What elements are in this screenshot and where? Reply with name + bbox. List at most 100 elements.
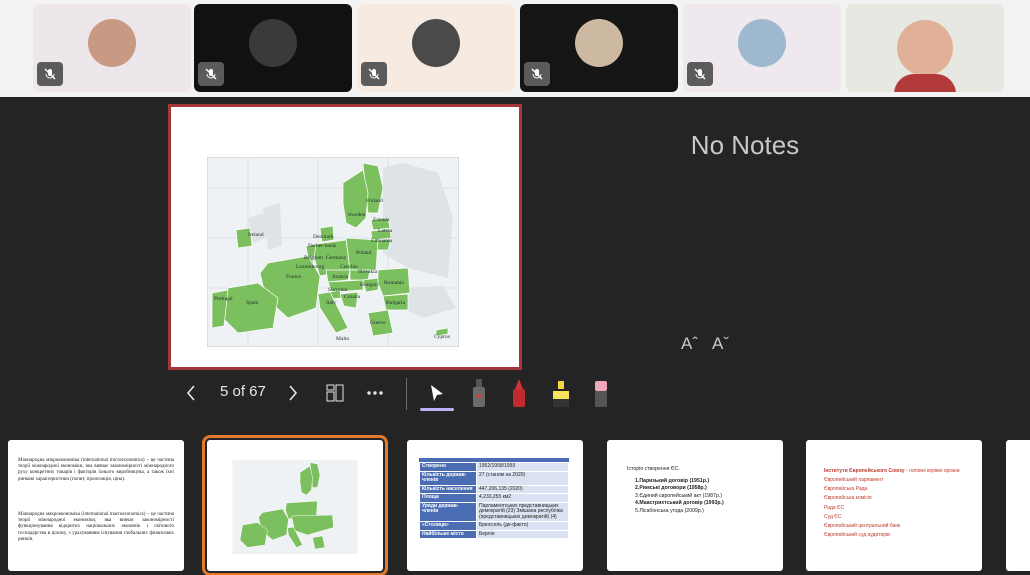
- map-label-spain: Spain: [246, 300, 259, 306]
- chevron-right-icon: [289, 385, 298, 401]
- map-label-estonia: Estonia: [373, 217, 390, 223]
- list-item: Європейська Рада: [824, 486, 868, 493]
- participant-strip: [0, 0, 1030, 97]
- grid-view-icon: [326, 384, 344, 402]
- presenter-toolbar: 5 of 67: [180, 374, 620, 412]
- participant-tile-3[interactable]: [357, 4, 515, 92]
- participant-avatar: [575, 18, 623, 67]
- table-row: «Столиця» Брюссель (де-факто): [419, 521, 569, 531]
- laser-pointer-button[interactable]: [422, 374, 452, 412]
- participant-avatar: [88, 18, 136, 67]
- mic-muted-icon: [687, 62, 713, 86]
- participant-avatar: [738, 18, 786, 67]
- font-size-controls: Aˆ Aˇ: [681, 334, 729, 354]
- table-key-cell: «Столиця»: [419, 521, 477, 531]
- list-item: 2.Римські договори (1958р.): [635, 485, 707, 492]
- map-label-netherlands: Nether-lands: [308, 243, 336, 249]
- table-value-cell: Брюссель (де-факто): [476, 521, 569, 531]
- table-value-cell: Парламентських представницьких демократі…: [476, 501, 569, 522]
- participant-body: [894, 74, 956, 92]
- active-tool-indicator: [420, 408, 454, 411]
- participant-tile-2[interactable]: [194, 4, 352, 92]
- pen-tool-button[interactable]: [504, 374, 534, 412]
- table-row: Уряди держав-членів Парламентських предст…: [419, 501, 569, 522]
- thumb-table: Створено 1952/1958/1993 Кількість держав-ч…: [419, 462, 569, 539]
- slide-thumbnail-strip: Міжнародна мікроекономіка (international…: [0, 432, 1030, 575]
- eraser-tool-button[interactable]: [586, 374, 616, 412]
- participant-tile-1[interactable]: [33, 4, 191, 92]
- list-item: Рада ЄС: [824, 504, 845, 511]
- slide-thumbnail-5[interactable]: [202, 435, 388, 575]
- increase-font-button[interactable]: Aˆ: [681, 334, 698, 354]
- toolbar-divider: [406, 378, 407, 410]
- slide-thumbnail-8[interactable]: Інститути Європейського Союзу - головні …: [806, 440, 982, 571]
- highlighter-icon: [553, 381, 569, 407]
- institutions-title-bold: Інститути Європейського Союзу: [824, 468, 905, 474]
- slide-thumbnail-6[interactable]: Створено 1952/1958/1993 Кількість держав-ч…: [407, 440, 583, 571]
- map-label-greece: Greece: [370, 320, 386, 326]
- map-label-poland: Poland: [356, 250, 372, 256]
- more-options-button[interactable]: [362, 374, 388, 412]
- participant-avatar: [897, 20, 953, 76]
- list-item: 1.Паризький договір (1951р.): [635, 478, 710, 484]
- table-key-cell: Уряди держав-членів: [419, 501, 477, 522]
- red-pen-icon: [513, 379, 525, 407]
- decrease-font-button[interactable]: Aˇ: [712, 334, 729, 354]
- participant-tile-5[interactable]: [683, 4, 841, 92]
- current-slide: Finland Sweden Estonia Latvia Lithuania Irela…: [168, 104, 522, 370]
- participant-tile-4[interactable]: [520, 4, 678, 92]
- laser-tool-button[interactable]: [464, 374, 494, 412]
- slide-thumbnail-9[interactable]: [1006, 440, 1030, 571]
- table-row: Кількість населення 447,206,135 (2020): [419, 484, 569, 494]
- map-label-cyprus: Cyprus: [434, 334, 450, 340]
- table-key-cell: Кількість населення: [419, 484, 477, 494]
- notes-panel: No Notes: [690, 130, 800, 160]
- table-key-cell: Кількість держав-членів: [419, 470, 477, 486]
- slide-grid-button[interactable]: [322, 374, 348, 412]
- highlighter-tool-button[interactable]: [546, 374, 576, 412]
- map-label-lithuania: Lithuania: [371, 238, 393, 244]
- map-label-ireland: Ireland: [248, 232, 264, 238]
- eu-map: Finland Sweden Estonia Latvia Lithuania Irela…: [207, 157, 459, 347]
- table-value-cell: Берлін: [476, 529, 569, 539]
- thumb-history-title: Історія створення ЄС.: [627, 466, 680, 472]
- map-label-slovakia: Slovakia: [358, 269, 378, 275]
- thumb-map: [232, 460, 358, 554]
- table-row: Створено 1952/1958/1993: [419, 462, 569, 472]
- slide-thumbnail-7[interactable]: Історія створення ЄС. 1.Паризький догові…: [607, 440, 783, 571]
- map-label-italy: Italy: [326, 300, 336, 306]
- institutions-title-rest: - головні керівні органи: [904, 468, 960, 474]
- map-label-belgium: Belgium: [304, 255, 324, 261]
- map-label-sweden: Sweden: [348, 212, 366, 218]
- next-slide-button[interactable]: [282, 374, 304, 412]
- list-item: Європейська комісія: [824, 495, 872, 502]
- pointer-arrow-icon: [431, 385, 443, 401]
- mic-muted-icon: [37, 62, 63, 86]
- mic-muted-icon: [361, 62, 387, 86]
- table-row: Найбільше місто Берлін: [419, 529, 569, 539]
- laser-pen-icon: [473, 379, 485, 407]
- map-label-finland: Finland: [366, 198, 383, 204]
- thumb-text-2: Міжнародна макроекономіка (international…: [18, 512, 174, 542]
- list-item: Європейський центральний банк: [824, 523, 901, 530]
- map-label-croatia: Croatia: [344, 294, 361, 300]
- list-item: 4.Маастрихтський договір (1993р.): [635, 500, 724, 507]
- table-value-cell: 1952/1958/1993: [476, 462, 569, 472]
- map-label-slovenia: Slovenia: [328, 287, 348, 293]
- table-row: Площа 4,233,255 км2: [419, 493, 569, 503]
- list-item: 5.Лісабонська угода (2009р.): [635, 507, 704, 514]
- eu-map-graphic: Finland Sweden Estonia Latvia Lithuania Irela…: [208, 158, 458, 346]
- table-value-cell: 4,233,255 км2: [476, 493, 569, 503]
- participant-tile-6[interactable]: [846, 4, 1004, 92]
- list-item: Європейський парламент: [824, 477, 884, 483]
- map-label-hungary: Hungary: [360, 282, 379, 288]
- map-label-portugal: Portugal: [214, 296, 233, 302]
- prev-slide-button[interactable]: [180, 374, 202, 412]
- map-label-luxembourg: Luxembourg: [296, 264, 325, 270]
- slide-thumbnail-4[interactable]: Міжнародна мікроекономіка (international…: [8, 440, 184, 571]
- list-item: Європейський суд аудиторів: [824, 532, 890, 539]
- map-label-latvia: Latvia: [378, 228, 393, 234]
- map-label-austria: Austria: [332, 274, 349, 280]
- map-label-bulgaria: Bulgaria: [386, 300, 405, 306]
- table-key-cell: Площа: [419, 493, 477, 503]
